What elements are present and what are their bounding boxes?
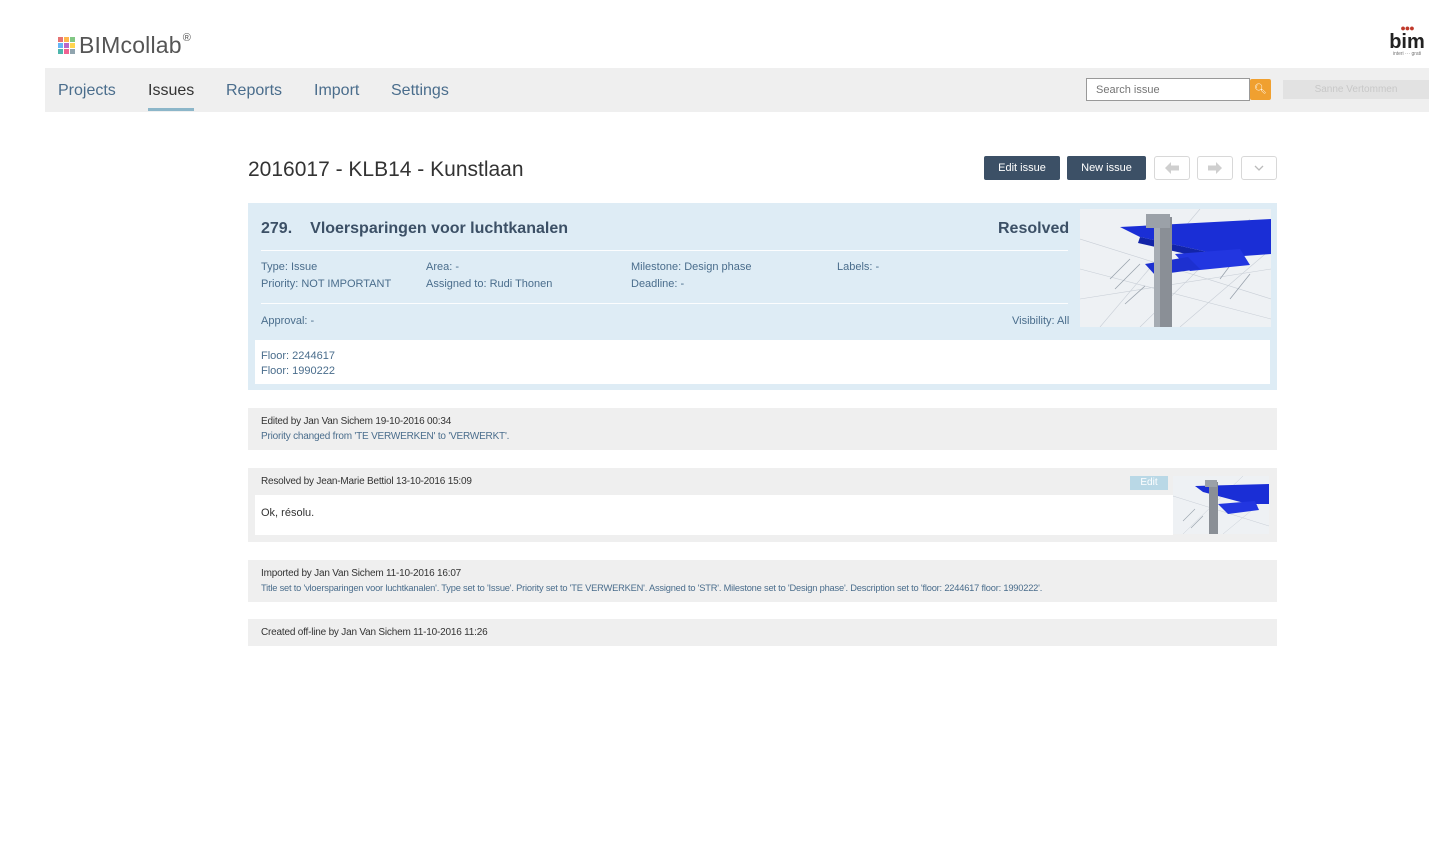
history-entry-created: Created off-line by Jan Van Sichem 11-10… xyxy=(248,619,1277,646)
nav-projects[interactable]: Projects xyxy=(58,82,116,100)
history-entry-resolved: Resolved by Jean-Marie Bettiol 13-10-201… xyxy=(248,468,1277,542)
history-author: Created off-line by Jan Van Sichem 11-10… xyxy=(261,627,488,638)
issue-visibility: Visibility: All xyxy=(1012,315,1070,327)
comment-snapshot-thumbnail[interactable] xyxy=(1173,476,1269,534)
search-icon: 🔍︎ xyxy=(1254,84,1267,95)
page-title: 2016017 - KLB14 - Kunstlaan xyxy=(248,158,524,181)
history-author: Resolved by Jean-Marie Bettiol 13-10-201… xyxy=(261,476,472,487)
history-entry-edited: Edited by Jan Van Sichem 19-10-2016 00:3… xyxy=(248,408,1277,450)
issue-status: Resolved xyxy=(998,220,1070,237)
floor-line: Floor: 2244617 xyxy=(261,350,335,362)
bimcollab-logo[interactable]: BIMcollab ® xyxy=(58,32,191,59)
issue-milestone: Milestone: Design phase xyxy=(631,261,752,273)
issue-area: Area: - xyxy=(426,261,460,273)
issue-labels: Labels: - xyxy=(837,261,880,273)
nav-reports[interactable]: Reports xyxy=(226,82,282,100)
issue-title: Vloersparingen voor luchtkanalen xyxy=(310,220,568,237)
history-change: Title set to 'vloersparingen voor luchtk… xyxy=(261,583,1043,593)
edit-comment-button[interactable]: Edit xyxy=(1130,476,1168,490)
issue-deadline: Deadline: - xyxy=(631,278,685,290)
partner-logo-word: bim xyxy=(1389,31,1425,53)
partner-logo: ●●● bim interi ··· grati xyxy=(1385,24,1429,68)
issue-approval: Approval: - xyxy=(261,315,315,327)
nav-settings[interactable]: Settings xyxy=(391,82,449,100)
divider xyxy=(261,250,1068,251)
issue-type: Type: Issue xyxy=(261,261,318,273)
logo-grid-icon xyxy=(58,37,75,54)
previous-issue-button[interactable] xyxy=(1154,156,1190,180)
history-entry-imported: Imported by Jan Van Sichem 11-10-2016 16… xyxy=(248,560,1277,602)
issue-heading: 279. Vloersparingen voor luchtkanalen xyxy=(261,220,568,238)
registered-mark: ® xyxy=(182,31,192,44)
issue-snapshot-thumbnail[interactable] xyxy=(1080,209,1271,327)
more-options-button[interactable] xyxy=(1241,156,1277,180)
floor-line: Floor: 1990222 xyxy=(261,365,335,377)
nav-import[interactable]: Import xyxy=(314,82,359,100)
brand-name: BIMcollab xyxy=(79,32,182,58)
user-menu-button[interactable]: Sanne Vertommen xyxy=(1283,80,1429,99)
arrow-right-icon xyxy=(1208,162,1222,174)
history-author: Imported by Jan Van Sichem 11-10-2016 16… xyxy=(261,568,462,579)
search-input[interactable] xyxy=(1086,78,1250,101)
nav-issues[interactable]: Issues xyxy=(148,82,195,111)
issue-assigned: Assigned to: Rudi Thonen xyxy=(426,278,553,290)
main-navbar: Projects Issues Reports Import Settings … xyxy=(45,68,1429,112)
issue-description: Floor: 2244617 Floor: 1990222 xyxy=(255,340,1270,384)
history-change: Priority changed from 'TE VERWERKEN' to … xyxy=(261,431,510,442)
divider xyxy=(261,303,1068,304)
issue-priority: Priority: NOT IMPORTANT xyxy=(261,278,392,290)
issue-card: 279. Vloersparingen voor luchtkanalen Res… xyxy=(248,203,1277,390)
history-author: Edited by Jan Van Sichem 19-10-2016 00:3… xyxy=(261,416,452,427)
chevron-down-icon xyxy=(1254,165,1264,171)
edit-issue-button[interactable]: Edit issue xyxy=(984,156,1060,180)
comment-text: Ok, résolu. xyxy=(261,507,315,519)
next-issue-button[interactable] xyxy=(1197,156,1233,180)
comment-body: Ok, résolu. xyxy=(255,495,1173,535)
search-button[interactable]: 🔍︎ xyxy=(1250,79,1271,100)
issue-number: 279. xyxy=(261,220,293,237)
new-issue-button[interactable]: New issue xyxy=(1067,156,1146,180)
arrow-left-icon xyxy=(1165,162,1179,174)
